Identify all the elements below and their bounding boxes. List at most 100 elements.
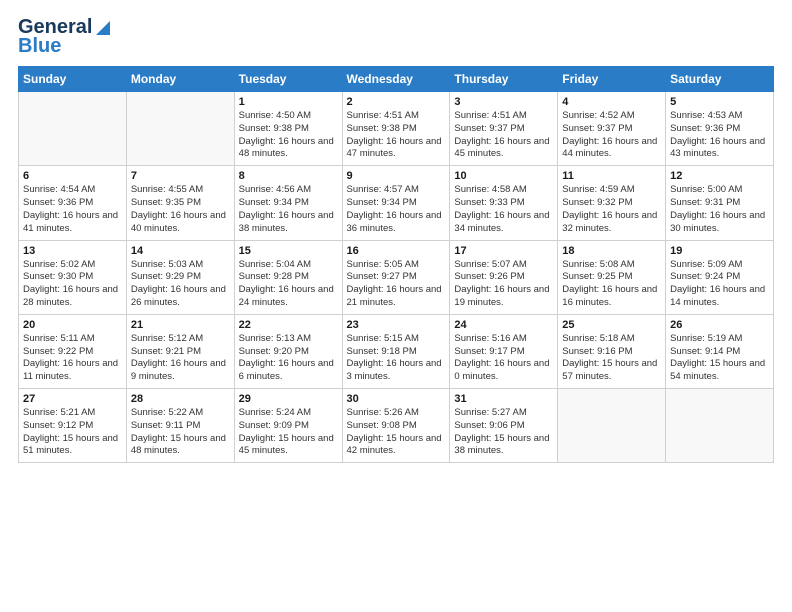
- day-number: 20: [23, 319, 122, 331]
- calendar-cell: 13 Sunrise: 5:02 AM Sunset: 9:30 PM Dayli…: [19, 240, 127, 314]
- calendar-cell: 3 Sunrise: 4:51 AM Sunset: 9:37 PM Daylig…: [450, 92, 558, 166]
- day-number: 21: [131, 319, 230, 331]
- day-number: 3: [454, 96, 553, 108]
- calendar-cell: 7Sunrise: 4:55 AM Sunset: 9:35 PM Daylig…: [126, 166, 234, 240]
- calendar-cell: 27 Sunrise: 5:21 AM Sunset: 9:12 PM Dayli…: [19, 389, 127, 463]
- day-number: 10: [454, 170, 553, 182]
- calendar-cell: 26Sunrise: 5:19 AM Sunset: 9:14 PM Dayli…: [666, 314, 774, 388]
- calendar-cell: 12Sunrise: 5:00 AM Sunset: 9:31 PM Dayli…: [666, 166, 774, 240]
- day-number: 19: [670, 245, 769, 257]
- day-info: Sunrise: 5:22 AM Sunset: 9:11 PM Dayligh…: [131, 407, 230, 458]
- calendar-header-tuesday: Tuesday: [234, 67, 342, 92]
- day-number: 5: [670, 96, 769, 108]
- calendar-cell: [19, 92, 127, 166]
- calendar-cell: 30 Sunrise: 5:26 AM Sunset: 9:08 PM Dayli…: [342, 389, 450, 463]
- calendar-header-thursday: Thursday: [450, 67, 558, 92]
- calendar-header-monday: Monday: [126, 67, 234, 92]
- day-info: Sunrise: 4:58 AM Sunset: 9:33 PM Dayligh…: [454, 184, 553, 235]
- day-info: Sunrise: 5:27 AM Sunset: 9:06 PM Dayligh…: [454, 407, 553, 458]
- page: General Blue SundayMondayTuesdayWednesda…: [0, 0, 792, 612]
- calendar-header-friday: Friday: [558, 67, 666, 92]
- calendar-cell: 2 Sunrise: 4:51 AM Sunset: 9:38 PM Daylig…: [342, 92, 450, 166]
- calendar-cell: 29Sunrise: 5:24 AM Sunset: 9:09 PM Dayli…: [234, 389, 342, 463]
- calendar-cell: 10 Sunrise: 4:58 AM Sunset: 9:33 PM Dayli…: [450, 166, 558, 240]
- day-number: 24: [454, 319, 553, 331]
- day-number: 4: [562, 96, 661, 108]
- calendar-cell: 18 Sunrise: 5:08 AM Sunset: 9:25 PM Dayli…: [558, 240, 666, 314]
- calendar-cell: 11 Sunrise: 4:59 AM Sunset: 9:32 PM Dayli…: [558, 166, 666, 240]
- calendar-cell: 5 Sunrise: 4:53 AM Sunset: 9:36 PM Daylig…: [666, 92, 774, 166]
- calendar-header-wednesday: Wednesday: [342, 67, 450, 92]
- calendar-cell: 19 Sunrise: 5:09 AM Sunset: 9:24 PM Dayli…: [666, 240, 774, 314]
- calendar-cell: 8Sunrise: 4:56 AM Sunset: 9:34 PM Daylig…: [234, 166, 342, 240]
- day-number: 2: [347, 96, 446, 108]
- calendar-cell: 20 Sunrise: 5:11 AM Sunset: 9:22 PM Dayli…: [19, 314, 127, 388]
- day-info: Sunrise: 5:12 AM Sunset: 9:21 PM Dayligh…: [131, 333, 230, 384]
- calendar-week-row: 13 Sunrise: 5:02 AM Sunset: 9:30 PM Dayli…: [19, 240, 774, 314]
- calendar-cell: 14 Sunrise: 5:03 AM Sunset: 9:29 PM Dayli…: [126, 240, 234, 314]
- calendar-cell: [666, 389, 774, 463]
- day-info: Sunrise: 5:02 AM Sunset: 9:30 PM Dayligh…: [23, 259, 122, 310]
- day-number: 18: [562, 245, 661, 257]
- day-info: Sunrise: 4:59 AM Sunset: 9:32 PM Dayligh…: [562, 184, 661, 235]
- calendar-cell: 1 Sunrise: 4:50 AM Sunset: 9:38 PM Daylig…: [234, 92, 342, 166]
- calendar-header-saturday: Saturday: [666, 67, 774, 92]
- day-number: 8: [239, 170, 338, 182]
- logo: General Blue: [18, 16, 112, 58]
- day-number: 12: [670, 170, 769, 182]
- day-number: 14: [131, 245, 230, 257]
- calendar-cell: [558, 389, 666, 463]
- day-info: Sunrise: 4:51 AM Sunset: 9:37 PM Dayligh…: [454, 110, 553, 161]
- calendar-table: SundayMondayTuesdayWednesdayThursdayFrid…: [18, 66, 774, 463]
- calendar-header-row: SundayMondayTuesdayWednesdayThursdayFrid…: [19, 67, 774, 92]
- day-number: 1: [239, 96, 338, 108]
- day-info: Sunrise: 5:11 AM Sunset: 9:22 PM Dayligh…: [23, 333, 122, 384]
- calendar-cell: 6Sunrise: 4:54 AM Sunset: 9:36 PM Daylig…: [19, 166, 127, 240]
- calendar-cell: [126, 92, 234, 166]
- calendar-cell: 21 Sunrise: 5:12 AM Sunset: 9:21 PM Dayli…: [126, 314, 234, 388]
- day-info: Sunrise: 5:08 AM Sunset: 9:25 PM Dayligh…: [562, 259, 661, 310]
- logo-blue: Blue: [18, 35, 61, 58]
- day-number: 30: [347, 393, 446, 405]
- day-number: 22: [239, 319, 338, 331]
- calendar-cell: 15 Sunrise: 5:04 AM Sunset: 9:28 PM Dayli…: [234, 240, 342, 314]
- day-number: 28: [131, 393, 230, 405]
- calendar-cell: 4 Sunrise: 4:52 AM Sunset: 9:37 PM Daylig…: [558, 92, 666, 166]
- day-info: Sunrise: 5:09 AM Sunset: 9:24 PM Dayligh…: [670, 259, 769, 310]
- calendar-cell: 25Sunrise: 5:18 AM Sunset: 9:16 PM Dayli…: [558, 314, 666, 388]
- day-number: 16: [347, 245, 446, 257]
- day-info: Sunrise: 5:26 AM Sunset: 9:08 PM Dayligh…: [347, 407, 446, 458]
- day-number: 11: [562, 170, 661, 182]
- calendar-cell: 28 Sunrise: 5:22 AM Sunset: 9:11 PM Dayli…: [126, 389, 234, 463]
- day-info: Sunrise: 5:04 AM Sunset: 9:28 PM Dayligh…: [239, 259, 338, 310]
- day-info: Sunrise: 4:51 AM Sunset: 9:38 PM Dayligh…: [347, 110, 446, 161]
- day-info: Sunrise: 4:53 AM Sunset: 9:36 PM Dayligh…: [670, 110, 769, 161]
- day-number: 13: [23, 245, 122, 257]
- day-info: Sunrise: 5:05 AM Sunset: 9:27 PM Dayligh…: [347, 259, 446, 310]
- day-info: Sunrise: 4:55 AM Sunset: 9:35 PM Dayligh…: [131, 184, 230, 235]
- day-info: Sunrise: 4:50 AM Sunset: 9:38 PM Dayligh…: [239, 110, 338, 161]
- day-info: Sunrise: 5:21 AM Sunset: 9:12 PM Dayligh…: [23, 407, 122, 458]
- day-info: Sunrise: 5:03 AM Sunset: 9:29 PM Dayligh…: [131, 259, 230, 310]
- calendar-cell: 23Sunrise: 5:15 AM Sunset: 9:18 PM Dayli…: [342, 314, 450, 388]
- header: General Blue: [18, 16, 774, 58]
- day-number: 17: [454, 245, 553, 257]
- day-number: 31: [454, 393, 553, 405]
- day-info: Sunrise: 5:07 AM Sunset: 9:26 PM Dayligh…: [454, 259, 553, 310]
- day-info: Sunrise: 4:54 AM Sunset: 9:36 PM Dayligh…: [23, 184, 122, 235]
- day-info: Sunrise: 5:13 AM Sunset: 9:20 PM Dayligh…: [239, 333, 338, 384]
- calendar-week-row: 1 Sunrise: 4:50 AM Sunset: 9:38 PM Daylig…: [19, 92, 774, 166]
- day-info: Sunrise: 4:52 AM Sunset: 9:37 PM Dayligh…: [562, 110, 661, 161]
- calendar-cell: 31 Sunrise: 5:27 AM Sunset: 9:06 PM Dayli…: [450, 389, 558, 463]
- day-info: Sunrise: 5:16 AM Sunset: 9:17 PM Dayligh…: [454, 333, 553, 384]
- calendar-cell: 9Sunrise: 4:57 AM Sunset: 9:34 PM Daylig…: [342, 166, 450, 240]
- calendar-cell: 16 Sunrise: 5:05 AM Sunset: 9:27 PM Dayli…: [342, 240, 450, 314]
- logo-triangle-icon: [94, 19, 112, 37]
- day-number: 25: [562, 319, 661, 331]
- calendar-week-row: 6Sunrise: 4:54 AM Sunset: 9:36 PM Daylig…: [19, 166, 774, 240]
- calendar-header-sunday: Sunday: [19, 67, 127, 92]
- day-number: 27: [23, 393, 122, 405]
- day-number: 15: [239, 245, 338, 257]
- day-number: 23: [347, 319, 446, 331]
- day-number: 29: [239, 393, 338, 405]
